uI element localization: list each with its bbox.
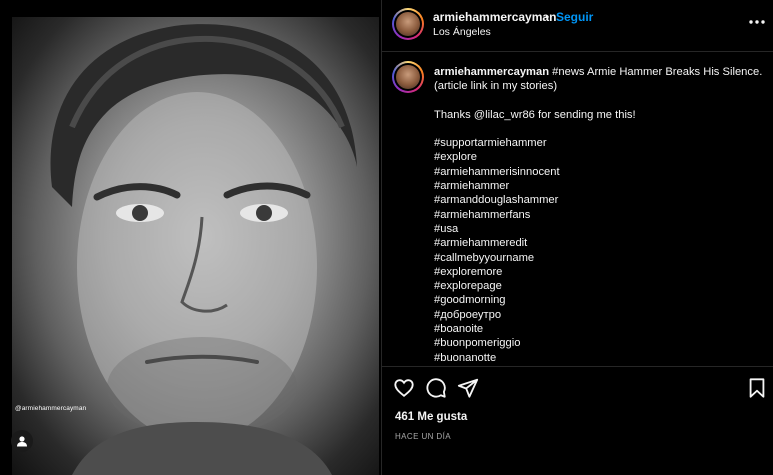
hashtag[interactable]: #boanoite [434,322,764,336]
hashtag[interactable]: #usa [434,222,764,236]
hashtag[interactable]: #buonpomeriggio [434,336,764,350]
author-username[interactable]: armiehammercayman [433,10,556,24]
user-tag-icon [17,436,27,447]
caption-line-2: (article link in my stories) [434,80,558,93]
post-actions: 461 Me gusta HACE UN DÍA [382,366,773,475]
caption-line-1: armiehammercayman #news Armie Hammer Bre… [434,65,764,79]
post-header: armiehammercayman • Seguir Los Ángeles [382,0,773,52]
hashtag[interactable]: #armiehammerfans [434,208,764,222]
post-sidebar: armiehammercayman • Seguir Los Ángeles a… [381,0,773,475]
hashtag[interactable]: #armiehammerisinnocent [434,165,764,179]
hashtag[interactable]: #armiehammeredit [434,236,764,250]
bookmark-icon[interactable] [746,377,768,399]
comment-icon[interactable] [425,377,447,399]
like-count[interactable]: 461 Me gusta [395,411,467,423]
hashtag[interactable]: #armiehammer [434,179,764,193]
caption-author-avatar[interactable] [392,61,424,93]
hashtag[interactable]: #supportarmiehammer [434,136,764,150]
caption-headline: #news Armie Hammer Breaks His Silence. [549,66,763,78]
caption-thanks: Thanks @lilac_wr86 for sending me this! [434,108,636,121]
heart-icon[interactable] [393,377,415,399]
post-location[interactable]: Los Ángeles [433,26,491,38]
caption-comment: armiehammercayman #news Armie Hammer Bre… [382,53,773,365]
hashtag-list: #supportarmiehammer #explore #armiehamme… [434,136,764,365]
more-options-icon[interactable] [747,14,767,30]
author-avatar[interactable] [392,8,424,40]
photo-watermark: @armiehammercayman [15,405,87,412]
post-timestamp[interactable]: HACE UN DÍA [395,432,451,441]
hashtag[interactable]: #exploremore [434,265,764,279]
post-photo[interactable]: @armiehammercayman [12,17,379,475]
share-icon[interactable] [457,377,479,399]
hashtag[interactable]: #callmebyyourname [434,251,764,265]
caption-author[interactable]: armiehammercayman [434,66,549,78]
hashtag[interactable]: #explore [434,150,764,164]
tag-people-button[interactable] [11,430,33,452]
hashtag[interactable]: #buonanotte [434,351,764,365]
hashtag[interactable]: #goodmorning [434,293,764,307]
hashtag[interactable]: #доброеутро [434,308,764,322]
post-media-pane: @armiehammercayman [0,0,381,475]
caption-text: armiehammercayman #news Armie Hammer Bre… [434,65,764,365]
follow-button[interactable]: Seguir [556,10,593,24]
separator-dot: • [545,10,550,24]
hashtag[interactable]: #armanddouglashammer [434,193,764,207]
hashtag[interactable]: #explorepage [434,279,764,293]
